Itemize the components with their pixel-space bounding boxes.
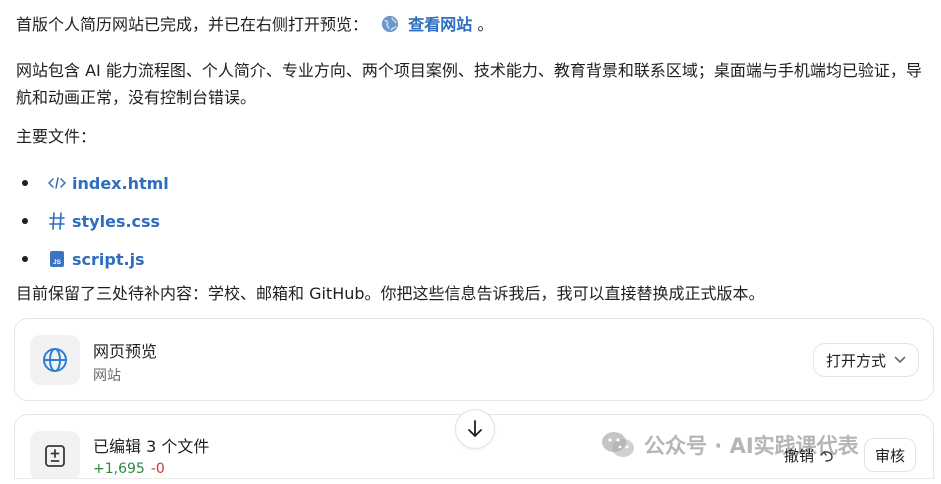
preview-card-subtitle: 网站 xyxy=(93,368,121,384)
svg-text:JS: JS xyxy=(53,259,62,266)
file-link-index[interactable]: index.html xyxy=(72,174,169,193)
file-link-script[interactable]: script.js xyxy=(72,250,145,269)
intro-text: 首版个人简历网站已完成，并已在右侧打开预览： xyxy=(16,15,369,34)
globe-icon xyxy=(382,15,399,33)
edited-files-title: 已编辑 3 个文件 xyxy=(93,437,210,456)
globe-icon xyxy=(30,335,80,385)
review-button[interactable]: 审核 xyxy=(864,438,917,472)
composer-edge xyxy=(14,478,935,484)
undo-label: 撤销 xyxy=(784,447,815,465)
diff-stats: +1,695 -0 xyxy=(93,461,165,477)
view-site-link[interactable]: 查看网站 xyxy=(408,15,472,34)
undo-button[interactable]: 撤销 xyxy=(784,445,834,466)
web-preview-card[interactable]: 网页预览 网站 打开方式 xyxy=(14,318,934,401)
hash-icon xyxy=(48,212,66,230)
diff-icon xyxy=(30,431,80,481)
list-item: index.html xyxy=(16,164,169,202)
intro-end: 。 xyxy=(477,15,494,34)
files-heading: 主要文件： xyxy=(16,127,97,146)
js-file-icon: JS xyxy=(48,250,66,268)
preview-card-title: 网页预览 xyxy=(93,342,158,361)
arrow-down-icon xyxy=(468,420,482,437)
list-item: styles.css xyxy=(16,202,169,240)
file-list: index.html styles.css JS script.js xyxy=(16,164,169,278)
footer-paragraph: 目前保留了三处待补内容：学校、邮箱和 GitHub。你把这些信息告诉我后，我可以… xyxy=(16,284,765,303)
deletions-count: -0 xyxy=(150,461,165,477)
undo-icon xyxy=(820,450,833,462)
list-item: JS script.js xyxy=(16,240,169,278)
open-with-button[interactable]: 打开方式 xyxy=(812,343,919,377)
additions-count: +1,695 xyxy=(93,461,145,477)
bullet xyxy=(22,218,28,224)
scroll-down-button[interactable] xyxy=(455,409,495,449)
description-paragraph: 网站包含 AI 能力流程图、个人简介、专业方向、两个项目案例、技术能力、教育背景… xyxy=(16,61,922,107)
file-link-styles[interactable]: styles.css xyxy=(72,212,160,231)
bullet xyxy=(22,180,28,186)
chevron-down-icon xyxy=(894,356,906,364)
open-with-label: 打开方式 xyxy=(825,351,886,370)
intro-paragraph: 首版个人简历网站已完成，并已在右侧打开预览： 查看网站 。 xyxy=(16,12,931,38)
bullet xyxy=(22,256,28,262)
code-icon xyxy=(48,174,66,192)
